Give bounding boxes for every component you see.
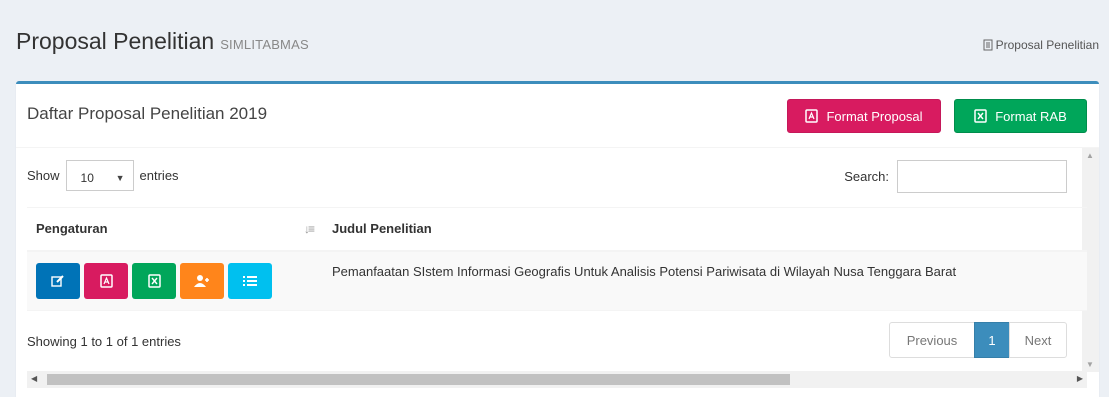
excel-icon	[974, 109, 987, 123]
entries-label: entries	[139, 168, 179, 183]
search-input[interactable]	[897, 160, 1067, 193]
search-label: Search:	[844, 169, 889, 184]
edit-icon	[51, 274, 64, 287]
pdf-button[interactable]	[84, 262, 128, 299]
content-header: Proposal Penelitian SIMLITABMAS Proposal …	[16, 28, 1109, 68]
edit-button[interactable]	[36, 262, 80, 299]
breadcrumb[interactable]: Proposal Penelitian	[982, 38, 1099, 52]
list-button[interactable]	[228, 262, 272, 299]
breadcrumb-item[interactable]: Proposal Penelitian	[996, 38, 1099, 52]
pagination: Previous 1 Next	[889, 322, 1067, 358]
format-rab-button[interactable]: Format RAB	[954, 99, 1087, 133]
column-judul-label: Judul Penelitian	[332, 221, 432, 237]
page-1-button[interactable]: 1	[974, 322, 1010, 358]
column-pengaturan[interactable]: Pengaturan ↓≡	[27, 207, 323, 252]
proposal-box: Daftar Proposal Penelitian 2019 Format P…	[16, 81, 1099, 397]
chevron-down-icon: ▼	[115, 172, 125, 183]
scroll-down-icon[interactable]: ▼	[1086, 360, 1094, 369]
search-control: Search:	[844, 160, 1067, 193]
next-button[interactable]: Next	[1009, 322, 1067, 358]
scrollbar-thumb[interactable]	[47, 374, 790, 385]
document-icon	[983, 39, 993, 51]
entries-select[interactable]: 10 ▼	[65, 160, 134, 191]
horizontal-scrollbar[interactable]: ◀ ▶	[27, 371, 1087, 388]
sort-icon[interactable]: ↓≡	[304, 222, 315, 236]
scroll-right-icon[interactable]: ▶	[1077, 374, 1083, 383]
pdf-icon	[805, 109, 819, 123]
judul-cell: Pemanfaatan SIstem Informasi Geografis U…	[323, 250, 1087, 311]
page-subtitle: SIMLITABMAS	[220, 37, 309, 52]
page-title-text: Proposal Penelitian	[16, 28, 215, 54]
table-row: Pemanfaatan SIstem Informasi Geografis U…	[27, 250, 1087, 311]
add-user-button[interactable]	[180, 262, 224, 299]
proposal-table: Pengaturan ↓≡ Judul Penelitian Pemanfaat…	[27, 207, 1087, 311]
table-info: Showing 1 to 1 of 1 entries	[27, 334, 181, 349]
previous-button[interactable]: Previous	[889, 322, 975, 358]
page-title: Proposal Penelitian SIMLITABMAS	[16, 28, 309, 55]
table-header-row: Pengaturan ↓≡ Judul Penelitian	[27, 207, 1087, 252]
add-user-icon	[194, 274, 209, 287]
excel-button[interactable]	[132, 262, 176, 299]
format-proposal-label: Format Proposal	[826, 108, 923, 124]
column-judul[interactable]: Judul Penelitian	[323, 207, 1087, 252]
scroll-up-icon[interactable]: ▲	[1086, 151, 1094, 160]
actions-cell	[27, 250, 323, 311]
format-proposal-button[interactable]: Format Proposal	[787, 99, 941, 133]
entries-value: 10	[80, 170, 94, 185]
list-icon	[243, 275, 257, 286]
scroll-left-icon[interactable]: ◀	[31, 374, 37, 383]
box-header: Daftar Proposal Penelitian 2019 Format P…	[16, 84, 1099, 148]
pdf-icon	[99, 273, 113, 288]
excel-icon	[147, 273, 161, 288]
entries-control: Show 10 ▼ entries	[27, 160, 179, 191]
format-rab-label: Format RAB	[995, 108, 1067, 124]
show-label: Show	[27, 168, 60, 183]
column-pengaturan-label: Pengaturan	[36, 221, 108, 237]
box-title: Daftar Proposal Penelitian 2019	[27, 104, 268, 123]
